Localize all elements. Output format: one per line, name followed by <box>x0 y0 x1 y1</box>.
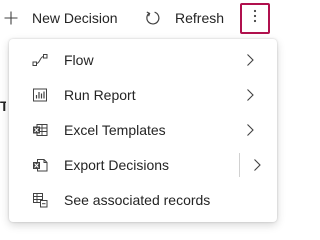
more-commands-button[interactable] <box>240 3 270 34</box>
menu-item-see-associated-records[interactable]: See associated records <box>9 183 277 218</box>
new-decision-button[interactable]: New Decision <box>0 5 118 31</box>
refresh-label: Refresh <box>175 10 225 26</box>
menu-item-export-decisions[interactable]: Export Decisions <box>9 148 277 183</box>
refresh-button[interactable]: Refresh <box>141 5 224 31</box>
associated-records-icon <box>32 192 48 208</box>
excel-icon <box>32 122 48 138</box>
overflow-menu: Flow Run Report Excel Templates Export D… <box>9 39 277 222</box>
export-excel-icon <box>32 157 48 173</box>
command-bar: New Decision Refresh <box>0 0 282 36</box>
menu-item-excel-templates-label: Excel Templates <box>64 122 166 138</box>
menu-item-export-decisions-label: Export Decisions <box>64 157 170 173</box>
export-decisions-submenu-button[interactable] <box>240 148 277 183</box>
flow-icon <box>32 52 48 68</box>
plus-icon <box>0 10 22 26</box>
menu-item-see-associated-records-label: See associated records <box>64 192 211 208</box>
menu-item-flow-label: Flow <box>64 52 94 68</box>
menu-item-run-report-label: Run Report <box>64 87 136 103</box>
new-decision-label: New Decision <box>32 10 118 26</box>
chevron-right-icon <box>254 159 261 171</box>
report-icon <box>32 87 48 103</box>
background-partial-heading: T <box>0 98 6 114</box>
chevron-right-icon <box>247 89 254 101</box>
more-vertical-icon <box>253 9 257 28</box>
chevron-right-icon <box>247 124 254 136</box>
refresh-icon <box>141 9 165 27</box>
menu-item-flow[interactable]: Flow <box>9 43 277 78</box>
menu-item-excel-templates[interactable]: Excel Templates <box>9 113 277 148</box>
chevron-right-icon <box>247 54 254 66</box>
menu-item-run-report[interactable]: Run Report <box>9 78 277 113</box>
